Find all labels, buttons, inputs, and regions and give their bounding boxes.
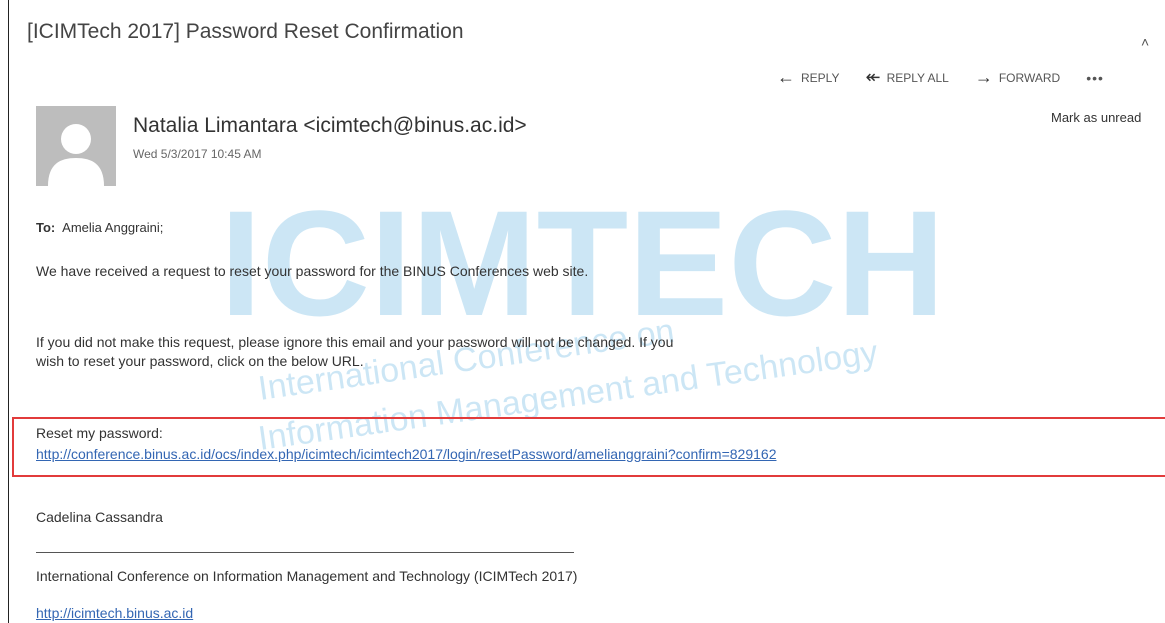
email-frame	[8, 0, 1165, 623]
signature-divider	[36, 552, 574, 553]
avatar	[36, 106, 116, 186]
to-label: To:	[36, 220, 56, 235]
forward-button[interactable]: → FORWARD	[975, 67, 1060, 88]
body-paragraph-2: If you did not make this request, please…	[36, 334, 674, 369]
sender-name: Natalia Limantara <icimtech@binus.ac.id>	[133, 114, 527, 137]
forward-label: FORWARD	[998, 70, 1061, 85]
email-actions: ← REPLY ↞ REPLY ALL → FORWARD •••	[777, 67, 1104, 88]
reply-label: REPLY	[801, 70, 840, 85]
forward-arrow-icon: →	[974, 67, 993, 87]
reply-all-label: REPLY ALL	[886, 70, 949, 85]
mark-as-unread-button[interactable]: Mark as unread	[1051, 110, 1141, 125]
email-subject: [ICIMTech 2017] Password Reset Confirmat…	[27, 20, 464, 43]
website-link[interactable]: http://icimtech.binus.ac.id	[36, 605, 193, 621]
reply-arrow-icon: ←	[777, 67, 795, 87]
person-icon	[48, 124, 104, 186]
body-paragraph-1: We have received a request to reset your…	[36, 263, 589, 279]
sent-date: Wed 5/3/2017 10:45 AM	[133, 147, 262, 161]
reply-all-button[interactable]: ↞ REPLY ALL	[865, 67, 948, 88]
reply-all-arrow-icon: ↞	[865, 67, 881, 87]
to-recipient[interactable]: Amelia Anggraini;	[62, 220, 163, 235]
more-options-icon[interactable]: •••	[1086, 70, 1104, 86]
collapse-icon[interactable]: ˄	[1141, 34, 1149, 50]
reset-label: Reset my password:	[36, 425, 163, 441]
reset-password-link[interactable]: http://conference.binus.ac.id/ocs/index.…	[36, 446, 776, 462]
to-line: To: Amelia Anggraini;	[36, 220, 163, 235]
signer-name: Cadelina Cassandra	[36, 509, 163, 525]
reply-button[interactable]: ← REPLY	[777, 67, 839, 88]
organization-name: International Conference on Information …	[36, 568, 578, 584]
